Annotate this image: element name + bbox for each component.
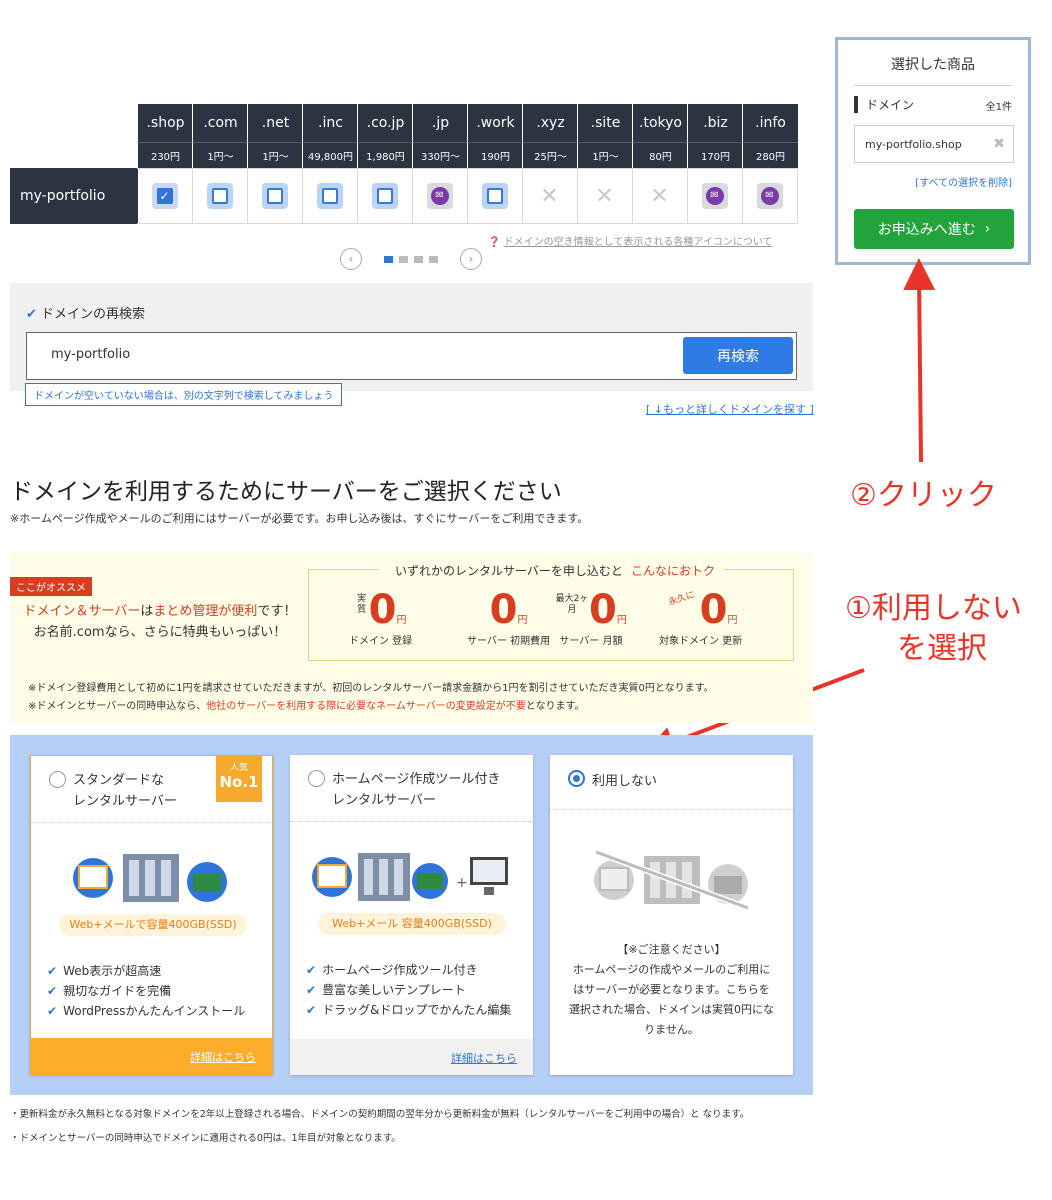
svg-text:+: +: [456, 875, 468, 891]
plan-detail-link[interactable]: 詳細はこちら: [190, 1049, 256, 1065]
server-illustration-icon: [73, 854, 227, 902]
footnote-1: ・更新料金が永久無料となる対象ドメインを2年以上登録される場合、ドメインの契約期…: [10, 1109, 750, 1120]
no-server-warning: 【※ご注意ください】 ホームページの作成やメールのご利用にはサーバーが必要となり…: [569, 943, 774, 1036]
server-plans: スタンダードな レンタルサーバー 人気 No.1 Web+メールで容量400GB(S…: [10, 735, 813, 1095]
promo-note-1: ※ドメイン登録費用として初めに1円を請求させていただきますが、初回のレンタルサー…: [28, 683, 714, 694]
check-icon: ✔: [47, 964, 58, 978]
check-icon: ✔: [306, 963, 317, 977]
zero-registration: 実質0円 ドメイン 登録: [349, 587, 413, 647]
no-server-illustration-icon: [594, 850, 750, 910]
promo-box: ここがオススメ ドメイン＆サーバーはまとめ管理が便利です！ お名前.comなら、…: [10, 553, 813, 723]
popular-badge: 人気 No.1: [216, 756, 262, 802]
annotation-click: ②クリック: [850, 478, 997, 513]
feature-list: ✔ Web表示が超高速 ✔ 親切なガイドを完備 ✔ WordPressかんたんインスト…: [47, 964, 246, 1018]
check-icon: ✔: [47, 1004, 58, 1018]
plan-radio-standard[interactable]: [49, 771, 66, 788]
capacity-pill: Web+メール 容量400GB(SSD): [318, 913, 506, 935]
zero-setup: 0円 サーバー 初期費用: [467, 587, 551, 647]
annotation-select-2: を選択: [897, 631, 987, 666]
check-icon: ✔: [306, 1003, 317, 1017]
plan-detail-link[interactable]: 詳細はこちら: [451, 1050, 517, 1066]
plan-card-standard[interactable]: スタンダードな レンタルサーバー 人気 No.1 Web+メールで容量400GB(S…: [30, 755, 273, 1075]
feature-list: ✔ ホームページ作成ツール付き ✔ 豊富な美しいテンプレート ✔ ドラッグ&ドロップで…: [306, 963, 512, 1017]
capacity-pill: Web+メールで容量400GB(SSD): [59, 914, 247, 936]
zero-yen-frame: いずれかのレンタルサーバーを申し込むと こんなにおトク 実質0円 ドメイン 登録 …: [308, 564, 794, 661]
zero-monthly: 最大2ヶ月 0円 サーバー 月額: [555, 587, 627, 647]
check-icon: ✔: [47, 984, 58, 998]
plan-card-builder[interactable]: ホームページ作成ツール付き レンタルサーバー + Web+メール 容量400GB(…: [290, 755, 533, 1075]
promo-message: ドメイン＆サーバーはまとめ管理が便利です！ お名前.comなら、さらに特典もいっ…: [23, 604, 297, 640]
recommend-tag: ここがオススメ: [10, 577, 92, 596]
plan-radio-builder[interactable]: [308, 770, 325, 787]
zero-renewal: 永久に0円 対象ドメイン 更新: [659, 587, 743, 647]
promo-note-2: ※ドメインとサーバーの同時申込なら、他社のサーバーを利用する際に必要なネームサー…: [28, 701, 585, 712]
footnotes: ・更新料金が永久無料となる対象ドメインを2年以上登録される場合、ドメインの契約期…: [10, 1107, 810, 1147]
plan-card-none[interactable]: 利用しない 【※ご注意ください】 ホームページの作成やメールのご利用にはサーバー…: [550, 755, 793, 1075]
annotation-select-1: ①利用しない: [845, 591, 1022, 626]
plan-radio-none[interactable]: [568, 770, 585, 787]
server-builder-illustration-icon: +: [312, 853, 508, 901]
server-subtext: ※ホームページ作成やメールのご利用にはサーバーが必要です。お申し込み後は、すぐに…: [10, 512, 589, 525]
footnote-2: ・ドメインとサーバーの同時申込でドメインに適用される0円は、1年目が対象となりま…: [10, 1133, 401, 1144]
server-heading: ドメインを利用するためにサーバーをご選択ください: [10, 479, 562, 505]
check-icon: ✔: [306, 983, 317, 997]
arrow-to-proceed: [903, 258, 936, 463]
